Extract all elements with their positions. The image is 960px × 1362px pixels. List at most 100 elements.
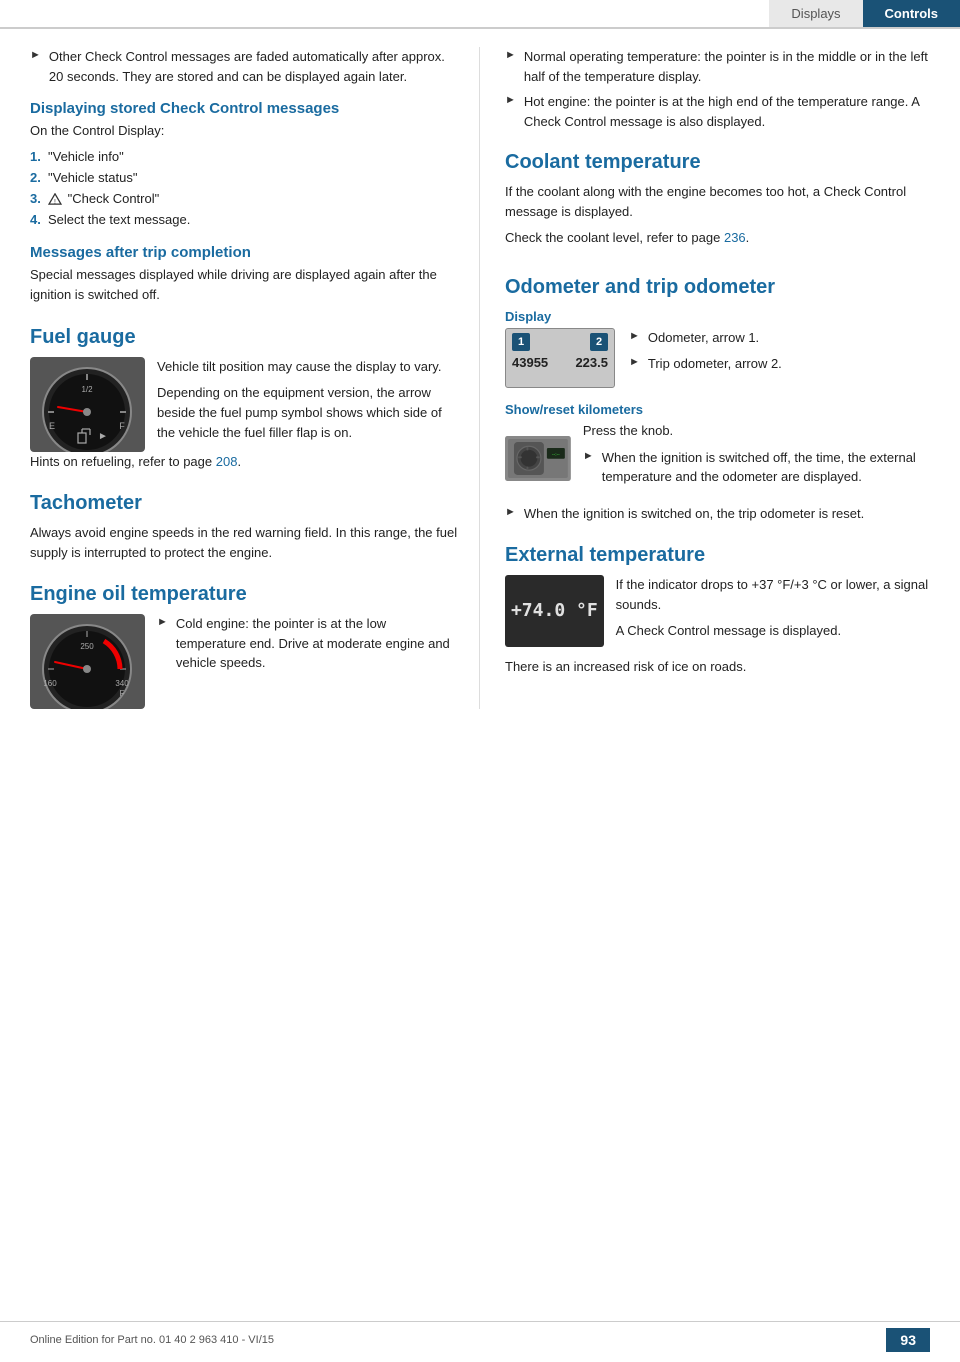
press-knob-text: Press the knob. [583, 421, 940, 441]
page-number: 93 [886, 1328, 930, 1352]
oil-bullet2-arrow: ► [505, 49, 516, 61]
oil-bullet3: ► Hot engine: the pointer is at the high… [505, 92, 940, 131]
tab-displays[interactable]: Displays [769, 0, 862, 27]
knob-section: --:-- Press the knob. ► When the ignitio… [505, 421, 940, 496]
step-num-3: 3. [30, 189, 48, 210]
knob-text: Press the knob. ► When the ignition is s… [583, 421, 940, 492]
step-num-4: 4. [30, 210, 48, 231]
oil-bullet2: ► Normal operating temperature: the poin… [505, 47, 940, 86]
odometer-bullets: ► Odometer, arrow 1. ► Trip odometer, ar… [629, 328, 782, 379]
svg-text:250: 250 [80, 642, 94, 651]
knob-image: --:-- [505, 421, 571, 496]
list-item-1: 1. "Vehicle info" [30, 147, 459, 168]
oil-bullet1-arrow: ► [157, 616, 168, 628]
knob-bullet1-arrow: ► [583, 450, 594, 462]
warning-triangle-icon: ! [48, 193, 62, 205]
oil-bullet3-arrow: ► [505, 94, 516, 106]
section-displaying-heading: Displaying stored Check Control messages [30, 100, 459, 117]
list-item-3: 3. ! "Check Control" [30, 189, 459, 210]
odometer-display: 1 2 43955 223.5 [505, 328, 615, 388]
ext-temp-section: +74.0 °F If the indicator drops to +37 °… [505, 575, 940, 651]
svg-text:340: 340 [115, 679, 129, 688]
odometer-display-section: 1 2 43955 223.5 ► Odometer, arrow 1. ► T… [505, 328, 940, 392]
bullet-arrow-icon: ► [30, 49, 41, 61]
footer-text: Online Edition for Part no. 01 40 2 963 … [30, 1334, 274, 1346]
knob-bullet2-text: When the ignition is switched on, the tr… [524, 504, 864, 524]
coolant-heading: Coolant temperature [505, 151, 940, 174]
ext-temp-para2: A Check Control message is displayed. [616, 621, 940, 641]
fuel-gauge-image: E F 1/2 ► [30, 357, 145, 452]
check-control-steps: 1. "Vehicle info" 2. "Vehicle status" 3.… [30, 147, 459, 230]
odo-bullet1-text: Odometer, arrow 1. [648, 328, 759, 348]
odo-arrow2: 2 [590, 333, 608, 351]
knob-bullet1: ► When the ignition is switched off, the… [583, 448, 940, 487]
tachometer-heading: Tachometer [30, 492, 459, 515]
odo-num1: 43955 [512, 355, 548, 370]
bullet-other-text: Other Check Control messages are faded a… [49, 47, 459, 86]
odo-arrows-row: 1 2 [512, 333, 608, 351]
oil-bullet1-text: Cold engine: the pointer is at the low t… [176, 614, 459, 673]
coolant-para2: Check the coolant level, refer to page 2… [505, 228, 940, 248]
fuel-para3: Hints on refueling, refer to page 208. [30, 452, 459, 472]
header-tabs: Displays Controls [0, 0, 960, 29]
coolant-para1: If the coolant along with the engine bec… [505, 182, 940, 222]
display-subheading: Display [505, 309, 940, 324]
ext-temp-value: +74.0 °F [511, 600, 598, 621]
section-messages-heading: Messages after trip completion [30, 244, 459, 261]
odometer-image-wrapper: 1 2 43955 223.5 [505, 328, 615, 392]
oil-temp-gauge-image: 160 250 340 F [30, 614, 145, 709]
step-num-2: 2. [30, 168, 48, 189]
oil-bullet2-text: Normal operating temperature: the pointe… [524, 47, 940, 86]
step-text-2: "Vehicle status" [48, 168, 137, 189]
odometer-heading: Odometer and trip odometer [505, 276, 940, 299]
knob-bullet2-arrow: ► [505, 506, 516, 518]
ext-temp-heading: External temperature [505, 544, 940, 567]
coolant-page-link[interactable]: 236 [724, 230, 746, 245]
svg-text:1/2: 1/2 [81, 385, 93, 394]
odo-bullet2-arrow: ► [629, 356, 640, 368]
tachometer-para: Always avoid engine speeds in the red wa… [30, 523, 459, 563]
section2-para: Special messages displayed while driving… [30, 265, 459, 305]
odo-numbers-row: 43955 223.5 [512, 355, 608, 370]
svg-text:!: ! [54, 199, 56, 206]
fuel-page-link[interactable]: 208 [216, 454, 238, 469]
step-text-3: ! "Check Control" [48, 189, 159, 210]
page-content: ► Other Check Control messages are faded… [0, 29, 960, 709]
step-num-1: 1. [30, 147, 48, 168]
step-text-4: Select the text message. [48, 210, 190, 231]
bullet-other-check-control: ► Other Check Control messages are faded… [30, 47, 459, 86]
show-reset-heading: Show/reset kilometers [505, 402, 940, 417]
step-text-1: "Vehicle info" [48, 147, 124, 168]
engine-oil-heading: Engine oil temperature [30, 583, 459, 606]
oil-bullet1: ► Cold engine: the pointer is at the low… [157, 614, 459, 673]
footer: Online Edition for Part no. 01 40 2 963 … [0, 1321, 960, 1352]
knob-bullet1-text: When the ignition is switched off, the t… [602, 448, 940, 487]
section1-intro: On the Control Display: [30, 121, 459, 141]
odo-num2: 223.5 [575, 355, 608, 370]
tab-controls[interactable]: Controls [863, 0, 960, 27]
odo-bullet2: ► Trip odometer, arrow 2. [629, 354, 782, 374]
svg-text:►: ► [98, 431, 108, 442]
svg-text:F: F [120, 689, 125, 698]
ext-temp-para3: There is an increased risk of ice on roa… [505, 657, 940, 677]
svg-text:--:--: --:-- [552, 453, 560, 458]
fuel-gauge-section: E F 1/2 ► Vehicle tilt position may caus… [30, 357, 459, 452]
svg-text:F: F [119, 421, 125, 431]
odo-bullet1: ► Odometer, arrow 1. [629, 328, 782, 348]
list-item-2: 2. "Vehicle status" [30, 168, 459, 189]
fuel-gauge-heading: Fuel gauge [30, 326, 459, 349]
left-column: ► Other Check Control messages are faded… [0, 47, 480, 709]
odo-bullet1-arrow: ► [629, 330, 640, 342]
right-column: ► Normal operating temperature: the poin… [480, 47, 960, 709]
list-item-4: 4. Select the text message. [30, 210, 459, 231]
oil-bullet3-text: Hot engine: the pointer is at the high e… [524, 92, 940, 131]
odo-arrow1: 1 [512, 333, 530, 351]
svg-text:E: E [49, 421, 55, 431]
engine-oil-section: 160 250 340 F ► Cold engine: the pointer… [30, 614, 459, 709]
ext-temp-para1: If the indicator drops to +37 °F/+3 °C o… [616, 575, 940, 615]
knob-bullet2: ► When the ignition is switched on, the … [505, 504, 940, 524]
ext-temp-text: If the indicator drops to +37 °F/+3 °C o… [616, 575, 940, 647]
ext-temp-display: +74.0 °F [505, 575, 604, 647]
svg-text:160: 160 [43, 679, 57, 688]
odo-bullet2-text: Trip odometer, arrow 2. [648, 354, 782, 374]
